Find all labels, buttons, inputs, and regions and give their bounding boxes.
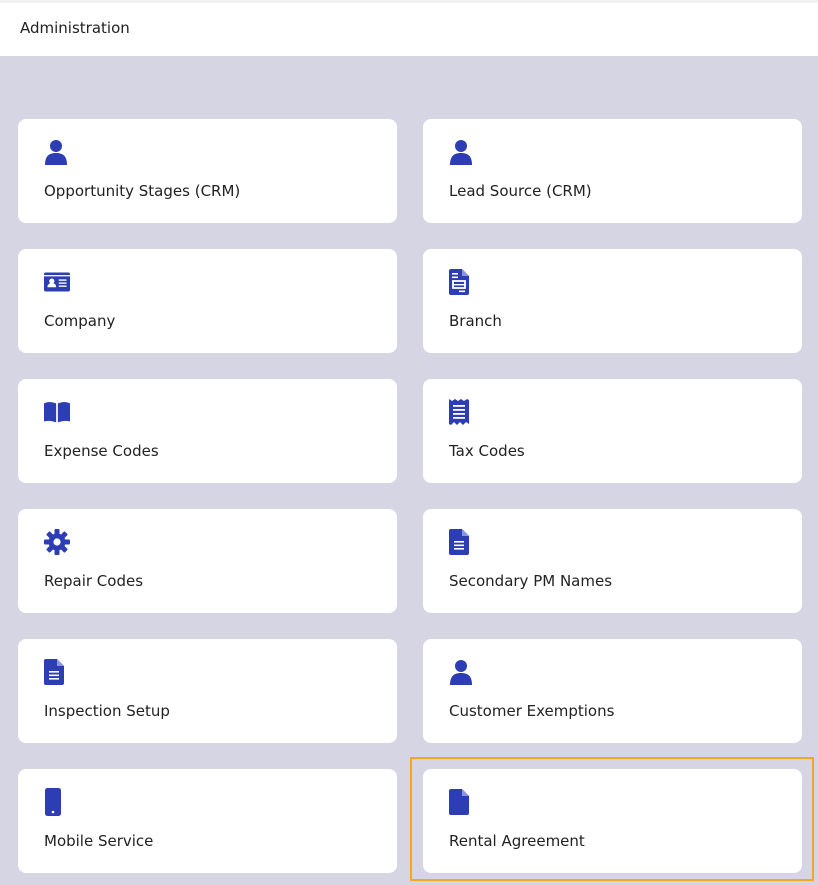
- file-invoice-icon: [449, 269, 475, 295]
- user-icon: [449, 139, 475, 165]
- card-opportunity-stages[interactable]: Opportunity Stages (CRM): [18, 119, 397, 223]
- user-icon: [44, 139, 70, 165]
- card-label: Expense Codes: [44, 442, 159, 460]
- page-title: Administration: [20, 19, 130, 37]
- card-lead-source[interactable]: Lead Source (CRM): [423, 119, 802, 223]
- card-branch[interactable]: Branch: [423, 249, 802, 353]
- open-book-icon: [44, 399, 70, 425]
- card-label: Opportunity Stages (CRM): [44, 182, 241, 200]
- mobile-phone-icon: [44, 788, 70, 816]
- card-mobile-service[interactable]: Mobile Service: [18, 769, 397, 873]
- card-label: Lead Source (CRM): [449, 182, 592, 200]
- card-secondary-pm-names[interactable]: Secondary PM Names: [423, 509, 802, 613]
- card-label: Company: [44, 312, 116, 330]
- id-card-icon: [44, 269, 70, 295]
- card-expense-codes[interactable]: Expense Codes: [18, 379, 397, 483]
- card-rental-agreement[interactable]: Rental Agreement: [423, 769, 802, 873]
- receipt-icon: [449, 399, 475, 425]
- gear-icon: [44, 529, 70, 555]
- card-tax-codes[interactable]: Tax Codes: [423, 379, 802, 483]
- card-inspection-setup[interactable]: Inspection Setup: [18, 639, 397, 743]
- card-company[interactable]: Company: [18, 249, 397, 353]
- file-icon: [449, 789, 475, 815]
- card-repair-codes[interactable]: Repair Codes: [18, 509, 397, 613]
- document-lines-icon: [449, 529, 475, 555]
- card-label: Customer Exemptions: [449, 702, 615, 720]
- top-bar: Administration: [0, 0, 818, 56]
- card-label: Secondary PM Names: [449, 572, 613, 590]
- card-label: Rental Agreement: [449, 832, 585, 850]
- card-label: Branch: [449, 312, 502, 330]
- card-label: Mobile Service: [44, 832, 154, 850]
- card-label: Repair Codes: [44, 572, 144, 590]
- card-customer-exemptions[interactable]: Customer Exemptions: [423, 639, 802, 743]
- document-lines-icon: [44, 659, 70, 685]
- card-label: Inspection Setup: [44, 702, 170, 720]
- card-label: Tax Codes: [449, 442, 525, 460]
- user-icon: [449, 659, 475, 685]
